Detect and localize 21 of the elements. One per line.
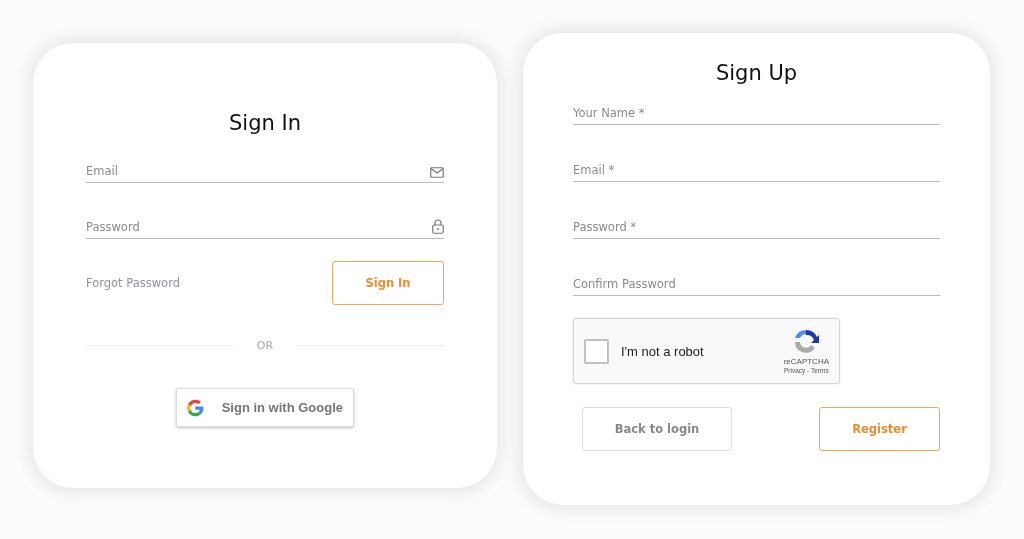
- divider-label: OR: [256, 339, 274, 352]
- captcha-checkbox[interactable]: [584, 338, 609, 364]
- google-sign-in-button[interactable]: Sign in with Google: [176, 388, 354, 427]
- text-field[interactable]: Password: [86, 220, 432, 234]
- recaptcha-logo-icon: [792, 328, 821, 356]
- forgot-password-link[interactable]: Forgot Password: [86, 276, 180, 290]
- back-to-login-button[interactable]: Back to login: [582, 407, 732, 451]
- form-title: Sign Up: [714, 61, 799, 85]
- text-field[interactable]: Confirm Password: [573, 277, 940, 291]
- google-icon: [187, 398, 204, 417]
- sign-in-button[interactable]: Sign In: [332, 261, 444, 305]
- captcha-label: I'm not a robot: [621, 343, 705, 359]
- text-field[interactable]: Email: [86, 164, 430, 178]
- register-button[interactable]: Register: [819, 407, 940, 451]
- text-field[interactable]: Your Name *: [573, 106, 940, 120]
- mail-icon: [430, 167, 444, 178]
- form-title: Sign In: [228, 111, 302, 135]
- text-field[interactable]: Password *: [573, 220, 940, 234]
- captcha-brand: reCAPTCHA: [783, 357, 829, 366]
- text-field[interactable]: Email *: [573, 163, 940, 177]
- lock-icon: [432, 219, 444, 234]
